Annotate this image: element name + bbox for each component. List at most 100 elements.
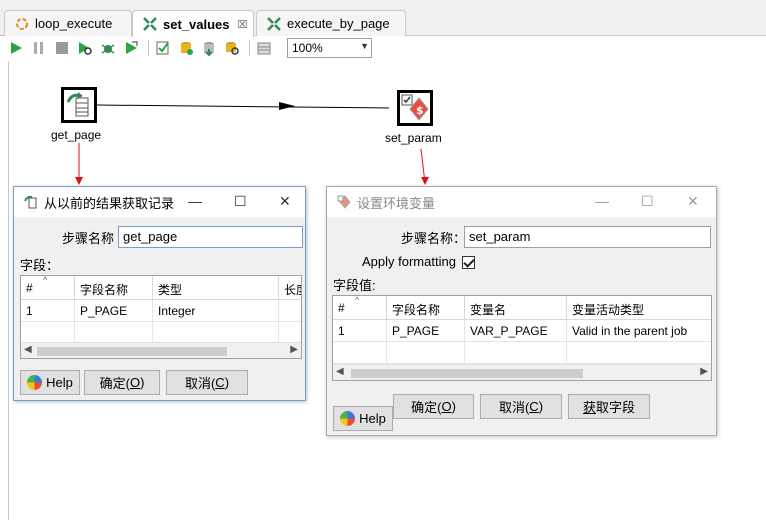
callout-arrow-icon [75, 177, 83, 185]
scroll-left-icon[interactable]: ◀ [336, 366, 344, 377]
preview-icon[interactable] [77, 40, 93, 56]
zoom-select[interactable]: 100% ▼ [287, 38, 372, 58]
fields-label: 字段值: [333, 278, 376, 293]
verify-icon[interactable] [155, 40, 171, 56]
step-name-input[interactable]: set_param [464, 226, 711, 248]
cancel-button[interactable]: 取消(C) [480, 394, 562, 419]
transformation-icon [267, 16, 281, 31]
toolbar-separator [249, 40, 250, 56]
horizontal-scrollbar[interactable]: ◀ ▶ [333, 364, 711, 380]
table-cell[interactable]: VAR_P_PAGE [465, 320, 567, 342]
dialog-title: 从以前的结果获取记录 [44, 195, 175, 211]
set-variables-icon: $ [401, 94, 429, 121]
column-header-variable-scope[interactable]: 变量活动类型 [567, 296, 711, 320]
column-header-fieldname[interactable]: 字段名称 [387, 296, 465, 320]
scrollbar-thumb[interactable] [37, 347, 227, 356]
dialog-title-bar: 设置环境变量 — ☐ ✕ [327, 187, 716, 217]
fields-table[interactable]: #^ 字段名称 类型 长度 1 P_PAGE Integer ◀ ▶ [20, 275, 302, 359]
help-icon [340, 411, 356, 426]
step-set-param[interactable]: $ [397, 90, 433, 126]
table-cell[interactable]: P_PAGE [75, 300, 153, 322]
maximize-icon[interactable]: ☐ [234, 193, 247, 210]
sort-icon: ^ [355, 296, 360, 305]
scroll-right-icon[interactable]: ▶ [290, 344, 298, 355]
close-tab-icon[interactable]: ☒ [238, 18, 248, 31]
callout-arrow-icon [421, 177, 429, 185]
set-variables-icon [337, 195, 351, 209]
show-results-icon[interactable] [256, 40, 272, 56]
step-name-label: 步骤名称 [62, 231, 115, 246]
rows-from-result-icon [24, 195, 38, 209]
run-icon[interactable] [8, 40, 24, 56]
close-icon[interactable]: ✕ [279, 193, 291, 210]
step-get-page[interactable] [61, 87, 97, 123]
help-button[interactable]: Help [333, 406, 393, 431]
minimize-icon[interactable]: — [595, 193, 609, 209]
scroll-right-icon[interactable]: ▶ [700, 366, 708, 377]
toolbar: 100% ▼ [8, 37, 766, 59]
chevron-down-icon: ▼ [360, 41, 369, 51]
editor-tab-bar: loop_execute set_values ☒ execute_by_pag… [0, 0, 766, 37]
column-header-index[interactable]: # ^ [21, 276, 75, 300]
tab-loop-execute[interactable]: loop_execute [4, 10, 132, 36]
tab-set-values[interactable]: set_values ☒ [132, 10, 254, 37]
help-icon [27, 375, 43, 390]
pause-icon[interactable] [31, 40, 47, 56]
apply-formatting-row: Apply formatting [362, 254, 475, 270]
get-fields-button[interactable]: 获取字段 [568, 394, 650, 419]
table-cell[interactable] [75, 322, 153, 344]
transformation-loop-icon [15, 17, 29, 31]
get-rows-from-result-dialog: 从以前的结果获取记录 — ☐ ✕ 步骤名称 get_page 字段： # ^ 字段… [13, 186, 306, 401]
tab-label: loop_execute [35, 16, 113, 31]
fields-table[interactable]: # ^ 字段名称 变量名 变量活动类型 1 P_PAGE VAR_P_PAGE V… [332, 295, 712, 381]
horizontal-scrollbar[interactable]: ◀ ▶ [21, 342, 301, 358]
stop-icon[interactable] [54, 40, 70, 56]
table-cell[interactable]: Valid in the parent job [567, 320, 711, 342]
table-cell[interactable]: Integer [153, 300, 279, 322]
table-cell[interactable]: 1 [333, 320, 387, 342]
table-cell[interactable] [567, 342, 711, 364]
toolbar-separator [148, 40, 149, 56]
tab-label: set_values [163, 16, 230, 32]
table-cell[interactable] [465, 342, 567, 364]
column-header-variable-name[interactable]: 变量名 [465, 296, 567, 320]
step-name-label: 步骤名称： [401, 231, 467, 246]
scroll-left-icon[interactable]: ◀ [24, 344, 32, 355]
table-cell[interactable] [153, 322, 279, 344]
debug-icon[interactable] [100, 40, 116, 56]
column-header-length[interactable]: 长度 [279, 276, 301, 300]
maximize-icon[interactable]: ☐ [641, 193, 654, 210]
close-icon[interactable]: ✕ [687, 193, 699, 210]
impact-icon[interactable] [178, 40, 194, 56]
table-cell[interactable] [21, 322, 75, 344]
step-name-input[interactable]: get_page [118, 226, 303, 248]
replay-icon[interactable] [123, 40, 139, 56]
tab-label: execute_by_page [287, 16, 390, 31]
apply-formatting-label: Apply formatting [362, 254, 456, 269]
sql-icon[interactable] [201, 40, 217, 57]
explore-db-icon[interactable] [224, 40, 240, 56]
fields-label: 字段： [20, 258, 60, 273]
table-cell[interactable] [387, 342, 465, 364]
table-cell[interactable] [333, 342, 387, 364]
tab-execute-by-page[interactable]: execute_by_page [256, 10, 406, 36]
sort-icon: ^ [43, 276, 48, 285]
ok-button[interactable]: 确定(O) [393, 394, 474, 419]
hop-line[interactable] [96, 104, 390, 109]
table-cell[interactable]: 1 [21, 300, 75, 322]
column-header-fieldname[interactable]: 字段名称 [75, 276, 153, 300]
table-cell[interactable] [279, 300, 301, 322]
minimize-icon[interactable]: — [188, 193, 202, 209]
column-header-index[interactable]: # ^ [333, 296, 387, 320]
scrollbar-thumb[interactable] [351, 369, 583, 378]
ok-button[interactable]: 确定(O) [84, 370, 160, 395]
help-button[interactable]: Help [20, 370, 80, 395]
table-cell[interactable]: P_PAGE [387, 320, 465, 342]
cancel-button[interactable]: 取消(C) [166, 370, 248, 395]
dialog-title-bar: 从以前的结果获取记录 — ☐ ✕ [14, 187, 305, 217]
column-header-type[interactable]: 类型 [153, 276, 279, 300]
svg-text:$: $ [416, 104, 424, 117]
hop-arrow-icon [279, 102, 295, 110]
zoom-value: 100% [292, 41, 323, 55]
apply-formatting-checkbox[interactable] [461, 256, 475, 270]
